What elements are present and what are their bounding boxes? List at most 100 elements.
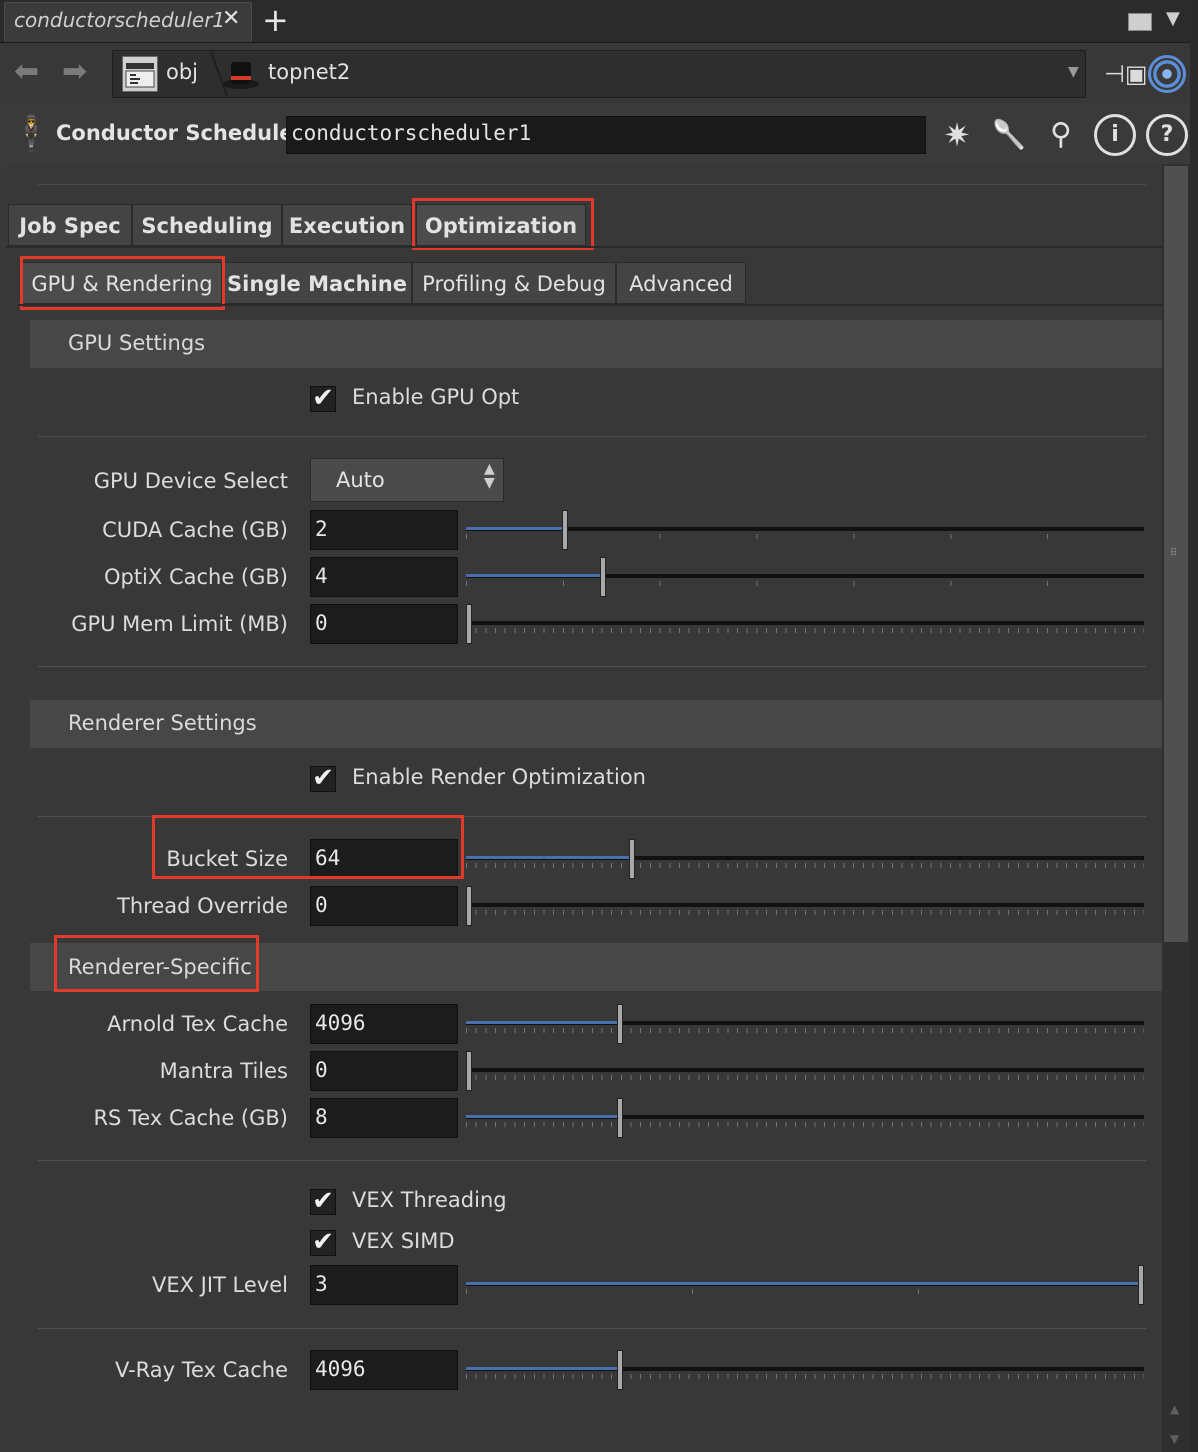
slider-handle[interactable] (562, 510, 568, 550)
enable-gpu-label: Enable GPU Opt (352, 385, 520, 409)
slider-fill (466, 1282, 1138, 1285)
rs-tex-cache-label: RS Tex Cache (GB) (93, 1106, 288, 1130)
gear-icon[interactable]: ✷ (936, 114, 978, 156)
vex-simd-checkbox[interactable]: ✔ (310, 1229, 336, 1256)
enable-gpu-checkbox[interactable]: ✔ (310, 385, 336, 412)
rs-tex-cache-field[interactable]: 8 (310, 1098, 458, 1138)
slider-handle[interactable] (629, 839, 635, 879)
vex-simd-label: VEX SIMD (352, 1229, 455, 1253)
divider (38, 436, 1146, 437)
mantra-tiles-slider[interactable] (466, 1051, 1144, 1091)
vex-threading-checkbox[interactable]: ✔ (310, 1188, 336, 1215)
obj-context-icon (122, 56, 158, 92)
updown-arrows-icon: ▲ ▼ (484, 461, 495, 491)
tab-profiling-debug[interactable]: Profiling & Debug (412, 262, 616, 304)
pin-icon[interactable]: ⊣▣ (1104, 60, 1148, 88)
slider-handle[interactable] (617, 1350, 623, 1390)
vex-jit-slider[interactable] (466, 1265, 1144, 1305)
slider-handle[interactable] (1138, 1265, 1144, 1305)
pane-tab-label: conductorscheduler1 (14, 8, 226, 32)
tab-single-machine[interactable]: Single Machine (222, 262, 412, 304)
rs-tex-cache-slider[interactable] (466, 1098, 1144, 1138)
cuda-cache-field[interactable]: 2 (310, 510, 458, 550)
enable-render-opt-checkbox[interactable]: ✔ (310, 765, 336, 792)
arnold-tex-cache-field[interactable]: 4096 (310, 1004, 458, 1044)
help-icon[interactable]: ? (1146, 114, 1188, 156)
forward-arrow-icon[interactable]: ➡ (62, 54, 87, 89)
divider (38, 1160, 1146, 1161)
divider (38, 1328, 1146, 1329)
scroll-down-icon[interactable]: ▼ (1170, 1432, 1179, 1446)
slider-fill (466, 574, 600, 577)
search-icon[interactable]: ⚲ (1040, 114, 1082, 156)
gpu-mem-limit-slider[interactable] (466, 604, 1144, 644)
slider-fill (466, 856, 629, 859)
thread-override-field[interactable]: 0 (310, 886, 458, 926)
vray-tex-cache-slider[interactable] (466, 1350, 1144, 1390)
section-title-renderer: Renderer Settings (68, 711, 257, 735)
slider-handle[interactable] (617, 1098, 623, 1138)
bucket-size-slider[interactable] (466, 839, 1144, 879)
slider-track[interactable] (466, 1068, 1144, 1072)
tab-job-spec[interactable]: Job Spec (8, 204, 132, 246)
cuda-cache-label: CUDA Cache (GB) (102, 518, 288, 542)
chevron-down-icon[interactable]: ▼ (1068, 64, 1079, 80)
vex-jit-label: VEX JIT Level (151, 1273, 288, 1297)
chevron-down-icon[interactable]: ▼ (1166, 8, 1180, 29)
slider-fill (466, 1115, 617, 1118)
gpu-device-value: Auto (336, 468, 385, 492)
mantra-tiles-field[interactable]: 0 (310, 1051, 458, 1091)
slider-fill (466, 1367, 617, 1370)
tab-divider (18, 304, 1162, 306)
optix-cache-slider[interactable] (466, 557, 1144, 597)
slider-ticks (466, 1028, 1144, 1033)
close-icon[interactable]: ✕ (222, 6, 240, 31)
arnold-tex-cache-slider[interactable] (466, 1004, 1144, 1044)
pane-layout-icon[interactable] (1128, 13, 1152, 31)
optix-cache-field[interactable]: 4 (310, 557, 458, 597)
slider-ticks (466, 910, 1144, 915)
highlight-box (20, 256, 225, 310)
slider-ticks (466, 1374, 1144, 1379)
slider-ticks (466, 863, 1144, 868)
cuda-cache-slider[interactable] (466, 510, 1144, 550)
slider-handle[interactable] (466, 886, 472, 926)
add-tab-icon[interactable]: + (262, 2, 289, 38)
scroll-up-icon[interactable]: ▲ (1170, 1402, 1179, 1416)
slider-ticks (466, 1122, 1144, 1127)
back-arrow-icon[interactable]: ⬅ (14, 54, 39, 89)
slider-handle[interactable] (600, 557, 606, 597)
operator-type-label: Conductor Scheduler (56, 121, 304, 145)
slider-handle[interactable] (466, 1051, 472, 1091)
gpu-device-label: GPU Device Select (93, 469, 288, 493)
slider-fill (466, 1021, 617, 1024)
arnold-tex-cache-label: Arnold Tex Cache (107, 1012, 288, 1036)
tab-execution[interactable]: Execution (282, 204, 412, 246)
vex-jit-field[interactable]: 3 (310, 1265, 458, 1305)
section-title-gpu: GPU Settings (68, 331, 206, 355)
divider (38, 666, 1146, 667)
slider-ticks (466, 628, 1144, 633)
slider-handle[interactable] (617, 1004, 623, 1044)
vex-threading-label: VEX Threading (352, 1188, 507, 1212)
wrench-icon[interactable]: 🥄 (988, 114, 1030, 156)
thread-override-slider[interactable] (466, 886, 1144, 926)
grip-icon: ⠿ (1170, 548, 1178, 559)
slider-ticks (466, 1075, 1144, 1080)
slider-handle[interactable] (466, 604, 472, 644)
vray-tex-cache-label: V-Ray Tex Cache (114, 1358, 288, 1382)
tab-advanced[interactable]: Advanced (616, 262, 746, 304)
slider-track[interactable] (466, 903, 1144, 907)
window-edge (1190, 0, 1198, 1452)
slider-track[interactable] (466, 621, 1144, 625)
link-target-icon[interactable] (1148, 55, 1186, 93)
thread-override-label: Thread Override (117, 894, 288, 918)
info-icon[interactable]: i (1094, 114, 1136, 156)
operator-name-field[interactable]: conductorscheduler1 (286, 116, 926, 154)
conductor-icon: 🕴 (10, 114, 53, 154)
tab-scheduling[interactable]: Scheduling (132, 204, 282, 246)
path-item-topnet[interactable]: topnet2 (268, 60, 350, 84)
vray-tex-cache-field[interactable]: 4096 (310, 1350, 458, 1390)
gpu-mem-limit-field[interactable]: 0 (310, 604, 458, 644)
path-item-obj[interactable]: obj (166, 60, 198, 84)
